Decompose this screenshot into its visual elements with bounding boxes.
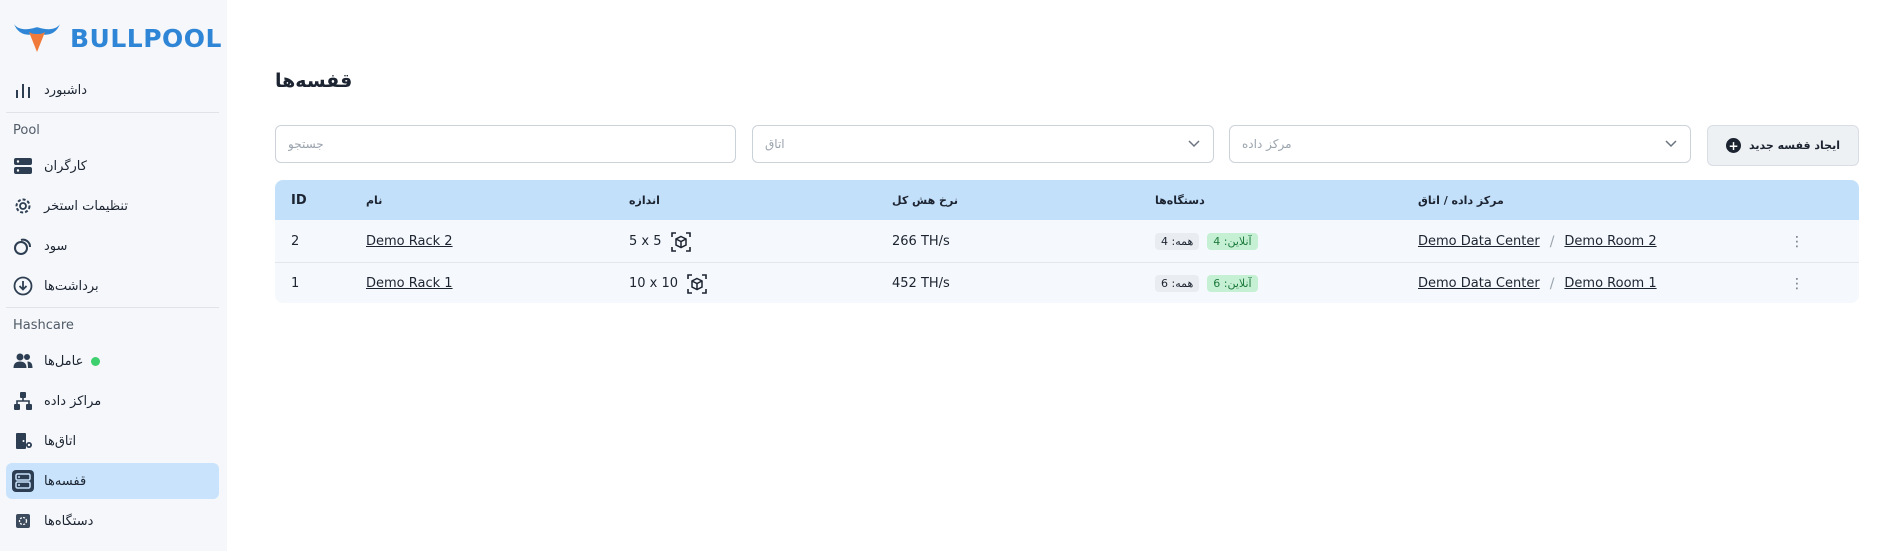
racks-table: ID نام اندازه نرخ هش کل دستگاه‌ها مرکز د… — [275, 180, 1859, 303]
datacenter-link[interactable]: Demo Data Center — [1418, 276, 1540, 291]
section-label-hashcare: Hashcare — [13, 318, 74, 333]
sidebar-item-rooms[interactable]: اتاق‌ها — [6, 423, 219, 459]
cell-id: 1 — [291, 276, 300, 291]
table-row: 1 Demo Rack 1 10 x 10 452 TH/s همه: 6 آن… — [275, 263, 1859, 303]
chip-icon — [12, 510, 34, 532]
download-circle-icon — [12, 275, 34, 297]
datacenter-select[interactable]: مرکز داده — [1229, 125, 1691, 163]
online-devices-badge: آنلاین: 4 — [1207, 233, 1258, 250]
sidebar-item-racks[interactable]: قفسه‌ها — [6, 463, 219, 499]
chevron-down-icon — [1187, 135, 1201, 154]
datacenter-select-placeholder: مرکز داده — [1242, 137, 1292, 151]
create-rack-button-label: ایجاد قفسه جدید — [1748, 139, 1840, 152]
sidebar-item-datacenters[interactable]: مراکز داده — [6, 383, 219, 419]
create-rack-button[interactable]: + ایجاد قفسه جدید — [1707, 125, 1859, 166]
datacenter-link[interactable]: Demo Data Center — [1418, 234, 1540, 249]
sidebar-item-devices[interactable]: دستگاه‌ها — [6, 503, 219, 539]
brand-logo[interactable]: BULLPOOL — [12, 18, 222, 58]
sidebar-item-label: داشبورد — [44, 82, 87, 98]
sidebar-item-label: سود — [44, 238, 68, 254]
sidebar-item-dashboard[interactable]: داشبورد — [6, 72, 219, 108]
page-title: قفسه‌ها — [275, 70, 353, 92]
sidebar-divider — [6, 307, 219, 308]
sidebar: BULLPOOL داشبورد Pool کارگران تنظیمات اس… — [0, 0, 227, 551]
sidebar-item-pool-settings[interactable]: تنظیمات استخر — [6, 188, 219, 224]
sidebar-item-label: عامل‌ها — [44, 353, 84, 369]
table-row: 2 Demo Rack 2 5 x 5 266 TH/s همه: 4 آنلا… — [275, 221, 1859, 263]
sidebar-item-withdrawals[interactable]: برداشت‌ها — [6, 268, 219, 304]
header-devices: دستگاه‌ها — [1155, 193, 1205, 207]
cell-hashrate: 452 TH/s — [892, 276, 950, 291]
door-icon — [12, 430, 34, 452]
sidebar-divider — [6, 112, 219, 113]
row-menu-icon[interactable]: ⋮ — [1790, 263, 1804, 303]
network-icon — [12, 390, 34, 412]
section-label-pool: Pool — [13, 123, 40, 138]
gear-icon — [12, 195, 34, 217]
sidebar-item-label: دستگاه‌ها — [44, 513, 94, 529]
plus-circle-icon: + — [1725, 138, 1741, 153]
header-size: اندازه — [629, 193, 660, 207]
sidebar-item-workers[interactable]: کارگران — [6, 148, 219, 184]
room-link[interactable]: Demo Room 1 — [1564, 276, 1656, 291]
sidebar-item-label: برداشت‌ها — [44, 278, 99, 294]
bar-chart-icon — [12, 79, 34, 101]
row-menu-icon[interactable]: ⋮ — [1790, 221, 1804, 262]
rack-name-link[interactable]: Demo Rack 2 — [366, 234, 453, 249]
room-select[interactable]: اتاق — [752, 125, 1214, 163]
server-icon — [12, 155, 34, 177]
rack-name-link[interactable]: Demo Rack 1 — [366, 276, 453, 291]
search-field[interactable] — [275, 125, 736, 163]
sidebar-item-label: کارگران — [44, 158, 87, 174]
sidebar-item-label: قفسه‌ها — [44, 473, 87, 489]
chevron-down-icon — [1664, 135, 1678, 154]
online-devices-badge: آنلاین: 6 — [1207, 275, 1258, 292]
brand-name: BULLPOOL — [70, 23, 222, 53]
online-status-dot — [91, 356, 101, 366]
header-location: مرکز داده / اتاق — [1418, 193, 1504, 207]
sidebar-item-label: مراکز داده — [44, 393, 102, 409]
sidebar-item-agents[interactable]: عامل‌ها — [6, 343, 219, 379]
coins-icon — [12, 235, 34, 257]
rack-icon — [12, 470, 34, 492]
total-devices-badge: همه: 6 — [1155, 275, 1200, 292]
cell-size: 5 x 5 — [629, 234, 662, 249]
bull-horns-logo-icon — [12, 18, 62, 58]
sidebar-item-label: تنظیمات استخر — [44, 198, 128, 214]
sidebar-item-label: اتاق‌ها — [44, 433, 77, 449]
header-id: ID — [291, 192, 307, 208]
total-devices-badge: همه: 4 — [1155, 233, 1200, 250]
header-hashrate: نرخ هش کل — [892, 193, 958, 207]
header-name: نام — [366, 193, 383, 207]
path-separator: / — [1549, 275, 1555, 292]
cube-scan-icon[interactable] — [686, 273, 708, 295]
users-icon — [12, 350, 34, 372]
room-link[interactable]: Demo Room 2 — [1564, 234, 1656, 249]
cube-scan-icon[interactable] — [670, 231, 692, 253]
room-select-placeholder: اتاق — [765, 137, 785, 151]
cell-hashrate: 266 TH/s — [892, 234, 950, 249]
path-separator: / — [1549, 233, 1555, 250]
cell-id: 2 — [291, 234, 300, 249]
search-input[interactable] — [276, 126, 735, 162]
cell-size: 10 x 10 — [629, 276, 679, 291]
sidebar-item-profit[interactable]: سود — [6, 228, 219, 264]
table-header: ID نام اندازه نرخ هش کل دستگاه‌ها مرکز د… — [275, 180, 1859, 220]
